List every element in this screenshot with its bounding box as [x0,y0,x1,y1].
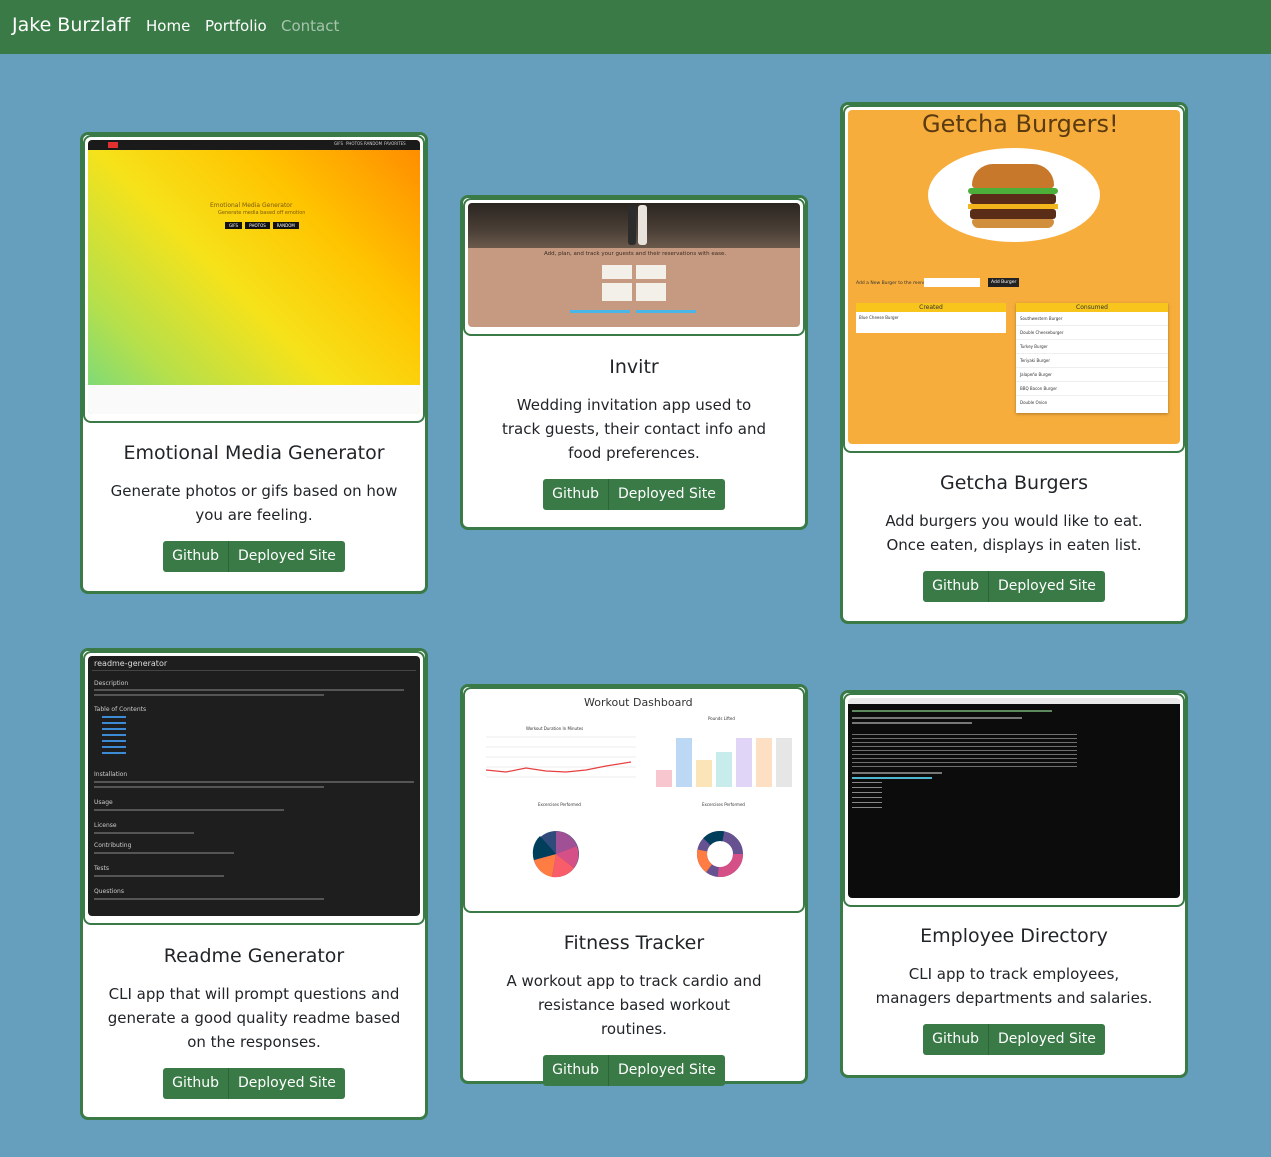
preview-donut-chart [697,831,743,877]
preview-heading: readme-generator [94,659,168,668]
deployed-site-button[interactable]: Deployed Site [989,571,1105,602]
preview-consumed-list: Consumed Southwestern Burger Double Chee… [1016,303,1168,413]
deployed-site-button[interactable]: Deployed Site [609,1055,725,1086]
project-links: Github Deployed Site [543,1055,725,1086]
github-button[interactable]: Github [923,571,989,602]
project-links: Github Deployed Site [163,1068,345,1099]
project-links: Github Deployed Site [543,479,725,510]
project-screenshot[interactable]: Getcha Burgers! Add a New Burger to the … [843,105,1185,453]
github-button[interactable]: Github [163,541,229,572]
project-card-fitness-tracker: Workout Dashboard Workout Duration In Mi… [460,684,808,1086]
project-links: Github Deployed Site [923,1024,1105,1055]
project-screenshot[interactable]: readme-generator Description Table of Co… [83,651,425,925]
preview-heading: Getcha Burgers! [922,110,1119,138]
project-title: Invitr [609,356,659,378]
deployed-site-button[interactable]: Deployed Site [609,479,725,510]
project-card-readme-generator: readme-generator Description Table of Co… [80,648,428,1120]
preview-created-list: Created Blue Cheese Burger [856,303,1006,333]
project-card-employee-directory: Employee Directory CLI app to track empl… [840,690,1188,1078]
project-title: Fitness Tracker [563,932,705,954]
navbar: Jake Burzlaff Home Portfolio Contact [0,0,1271,54]
nav-link-portfolio[interactable]: Portfolio [205,17,267,35]
project-title: Emotional Media Generator [123,442,385,464]
preview-add-label: Add a New Burger to the menu: [856,281,928,286]
project-card-emotional-media: GIFS PHOTOS RANDOM FAVORITES Emotional M… [80,132,428,594]
project-links: Github Deployed Site [163,541,345,572]
github-button[interactable]: Github [923,1024,989,1055]
nav-link-home[interactable]: Home [146,17,190,35]
preview-pie-chart [532,831,579,878]
preview-heading: Emotional Media Generator [210,202,293,209]
preview-line-chart [486,736,636,778]
brand-link[interactable]: Jake Burzlaff [12,14,130,36]
project-description: Generate photos or gifs based on how you… [110,482,398,524]
project-screenshot[interactable] [843,693,1185,907]
project-screenshot[interactable]: GIFS PHOTOS RANDOM FAVORITES Emotional M… [83,135,425,423]
deployed-site-button[interactable]: Deployed Site [229,541,345,572]
project-description: CLI app to track employees, managers dep… [875,965,1153,1007]
project-card-invitr: Add, plan, and track your guests and the… [460,195,808,530]
project-title: Readme Generator [163,945,345,967]
github-button[interactable]: Github [163,1068,229,1099]
github-button[interactable]: Github [543,1055,609,1086]
project-links: Github Deployed Site [923,571,1105,602]
project-screenshot[interactable]: Add, plan, and track your guests and the… [463,198,805,336]
deployed-site-button[interactable]: Deployed Site [229,1068,345,1099]
preview-navbar: GIFS PHOTOS RANDOM FAVORITES [88,140,420,150]
project-description: Add burgers you would like to eat. Once … [885,512,1143,554]
nav-link-contact[interactable]: Contact [281,17,339,35]
project-title: Employee Directory [920,925,1108,947]
preview-heading: Add, plan, and track your guests and the… [544,251,727,257]
github-button[interactable]: Github [543,479,609,510]
project-card-getcha-burgers: Getcha Burgers! Add a New Burger to the … [840,102,1188,624]
project-description: Wedding invitation app used to track gue… [502,396,766,462]
project-description: A workout app to track cardio and resist… [506,972,762,1038]
preview-subheading: Generate media based off emotion [218,210,306,216]
project-description: CLI app that will prompt questions and g… [107,985,401,1051]
project-screenshot[interactable]: Workout Dashboard Workout Duration In Mi… [463,687,805,913]
preview-bar-chart [656,738,792,787]
deployed-site-button[interactable]: Deployed Site [989,1024,1105,1055]
preview-heading: Workout Dashboard [584,696,693,709]
project-title: Getcha Burgers [939,472,1089,494]
